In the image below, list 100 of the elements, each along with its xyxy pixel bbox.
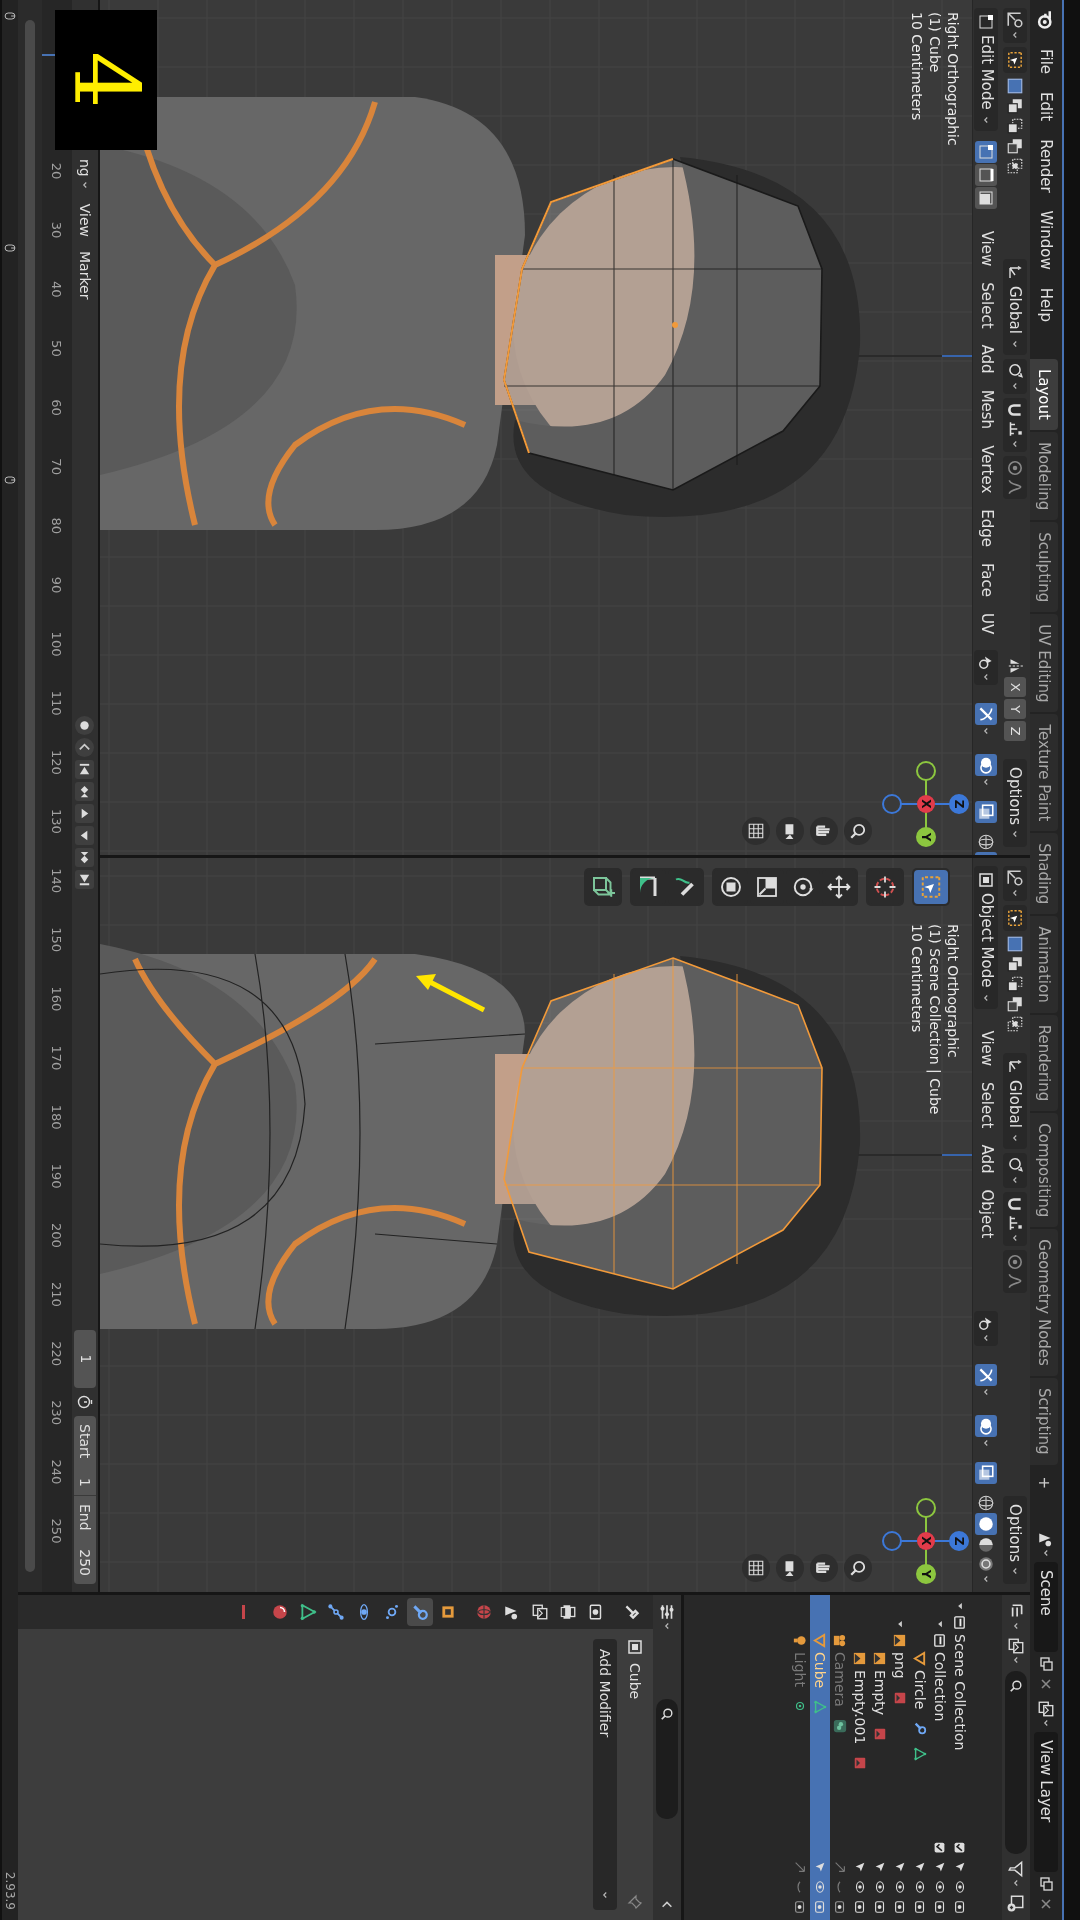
camera-icon[interactable] (833, 1900, 847, 1914)
new-collection-icon[interactable] (1007, 1894, 1025, 1912)
intersect-selection-icon[interactable] (1006, 1015, 1024, 1033)
camera-icon[interactable] (933, 1900, 947, 1914)
search-field[interactable] (1005, 1671, 1027, 1854)
x-ray-icon[interactable] (977, 1464, 996, 1482)
proportional-edit-icon[interactable] (1006, 458, 1024, 477)
printer-icon[interactable] (559, 1603, 577, 1621)
pencil-curve-tool-icon[interactable] (673, 875, 697, 899)
tool-icon[interactable] (623, 1603, 641, 1621)
workspace-tab[interactable]: Animation (1030, 916, 1058, 1013)
workspace-tab[interactable]: Sculpting (1030, 522, 1058, 613)
workspace-tab[interactable]: Compositing (1030, 1113, 1058, 1228)
camera-icon[interactable] (893, 1900, 907, 1914)
triangle-mesh-icon[interactable] (299, 1603, 317, 1621)
menu-item[interactable]: Edit (1033, 83, 1059, 131)
wrench-icon[interactable] (913, 1721, 927, 1736)
outliner-item[interactable]: Empty.001 (849, 1670, 871, 1745)
menu-item[interactable]: UV (974, 605, 999, 643)
menu-item[interactable]: View (974, 1022, 999, 1075)
clock-icon[interactable] (77, 1394, 93, 1410)
square-icon[interactable] (439, 1603, 457, 1621)
mode-dropdown[interactable]: Edit Mode (974, 8, 999, 131)
grid-icon[interactable] (747, 1559, 765, 1577)
workspace-tab[interactable]: Modeling (1030, 431, 1058, 521)
extend-selection-icon[interactable] (1006, 955, 1024, 973)
eye-icon[interactable] (933, 1880, 947, 1894)
menu-item[interactable]: Add (974, 336, 999, 382)
scrollbar[interactable] (25, 20, 35, 1572)
move-tool-icon[interactable] (827, 875, 851, 899)
image-icon[interactable] (853, 1756, 867, 1771)
menu-item[interactable]: View (974, 222, 999, 275)
eye-icon[interactable] (913, 1880, 927, 1894)
menu-item[interactable]: Face (974, 555, 999, 605)
image-icon[interactable] (873, 1727, 887, 1742)
new-selection-icon[interactable] (1006, 77, 1024, 95)
orientation-dropdown[interactable]: Global (1003, 259, 1027, 355)
extend-selection-icon[interactable] (1006, 97, 1024, 115)
camera-icon[interactable] (953, 1900, 967, 1914)
options-dropdown[interactable]: Options (1003, 1496, 1027, 1584)
subtract-selection-icon[interactable] (1006, 975, 1024, 993)
edge-select-icon[interactable] (978, 166, 995, 183)
view-layer-field[interactable]: View Layer (1034, 1732, 1058, 1872)
mirror-axis-toggle[interactable]: X (1004, 677, 1026, 698)
workspace-tab[interactable]: UV Editing (1030, 614, 1058, 713)
add-workspace-button[interactable]: + (1030, 1466, 1058, 1500)
scale-tool-icon[interactable] (755, 875, 779, 899)
camera-icon[interactable] (873, 1900, 887, 1914)
camera-icon[interactable] (913, 1900, 927, 1914)
menu-item[interactable]: Select (974, 274, 999, 337)
texture-tab[interactable] (242, 1605, 246, 1619)
pin-icon[interactable] (627, 1894, 643, 1910)
triangle-mesh-icon[interactable] (913, 1747, 927, 1762)
particles-icon[interactable] (383, 1603, 401, 1621)
sphere-icon[interactable] (271, 1603, 289, 1621)
workspace-tab[interactable]: Texture Paint (1030, 714, 1058, 832)
cursor-tool-icon[interactable] (873, 875, 897, 899)
solid-shading-icon[interactable] (977, 1515, 996, 1533)
subtract-selection-icon[interactable] (1006, 117, 1024, 135)
workspace-tab[interactable]: Scripting (1030, 1377, 1058, 1465)
menu-item[interactable]: Add (974, 1136, 999, 1182)
globe-icon[interactable] (475, 1603, 493, 1621)
menu-item[interactable]: Edge (974, 501, 999, 556)
pivot-icon[interactable] (1006, 1155, 1024, 1174)
copy-icon[interactable] (1038, 1876, 1054, 1892)
menu-item[interactable]: Render (1033, 130, 1059, 202)
editor-type-icon[interactable] (1006, 11, 1024, 29)
view-layer-icon[interactable] (1007, 1637, 1025, 1655)
image-icon[interactable] (893, 1690, 907, 1705)
navigation-gizmo[interactable]: Z Y X (881, 1496, 971, 1586)
wrench-icon[interactable] (411, 1603, 429, 1621)
menu-item[interactable]: View (74, 196, 96, 244)
falloff-curve-icon[interactable] (1006, 477, 1024, 496)
current-frame-field[interactable]: 1 (74, 1330, 96, 1388)
camera-icon[interactable] (853, 1900, 867, 1914)
x-ray-icon[interactable] (977, 803, 996, 822)
camera-data-icon[interactable] (833, 1718, 847, 1733)
checkbox-icon[interactable] (933, 1841, 947, 1854)
select-box-tool-icon[interactable] (1006, 908, 1024, 928)
eye-icon[interactable] (853, 1880, 867, 1894)
new-selection-icon[interactable] (1006, 935, 1024, 953)
view-layer-icon[interactable] (1037, 1700, 1055, 1718)
options-dropdown[interactable]: Options (1003, 759, 1027, 847)
editor-type-icon[interactable] (1006, 869, 1024, 887)
end-frame-field[interactable]: End 250 (74, 1496, 96, 1584)
workspace-tab[interactable]: Geometry Nodes (1030, 1229, 1058, 1376)
image-stack-icon[interactable] (531, 1603, 549, 1621)
mirror-axis-toggle[interactable]: Y (1004, 699, 1026, 720)
menu-item[interactable]: Select (974, 1074, 999, 1137)
outliner-item[interactable]: Empty (869, 1670, 891, 1716)
navigation-gizmo[interactable]: Z Y X (881, 759, 971, 849)
scene-field[interactable]: Scene (1034, 1562, 1058, 1652)
filter-icon[interactable] (1007, 1860, 1025, 1878)
invert-selection-icon[interactable] (1006, 995, 1024, 1013)
intersect-selection-icon[interactable] (1006, 157, 1024, 175)
menu-item[interactable]: Window (1033, 201, 1059, 279)
checkbox-icon[interactable] (953, 1841, 967, 1854)
eye-icon[interactable] (873, 1880, 887, 1894)
proportional-edit-icon[interactable] (1006, 1252, 1024, 1271)
zoom-icon[interactable] (849, 1559, 867, 1577)
